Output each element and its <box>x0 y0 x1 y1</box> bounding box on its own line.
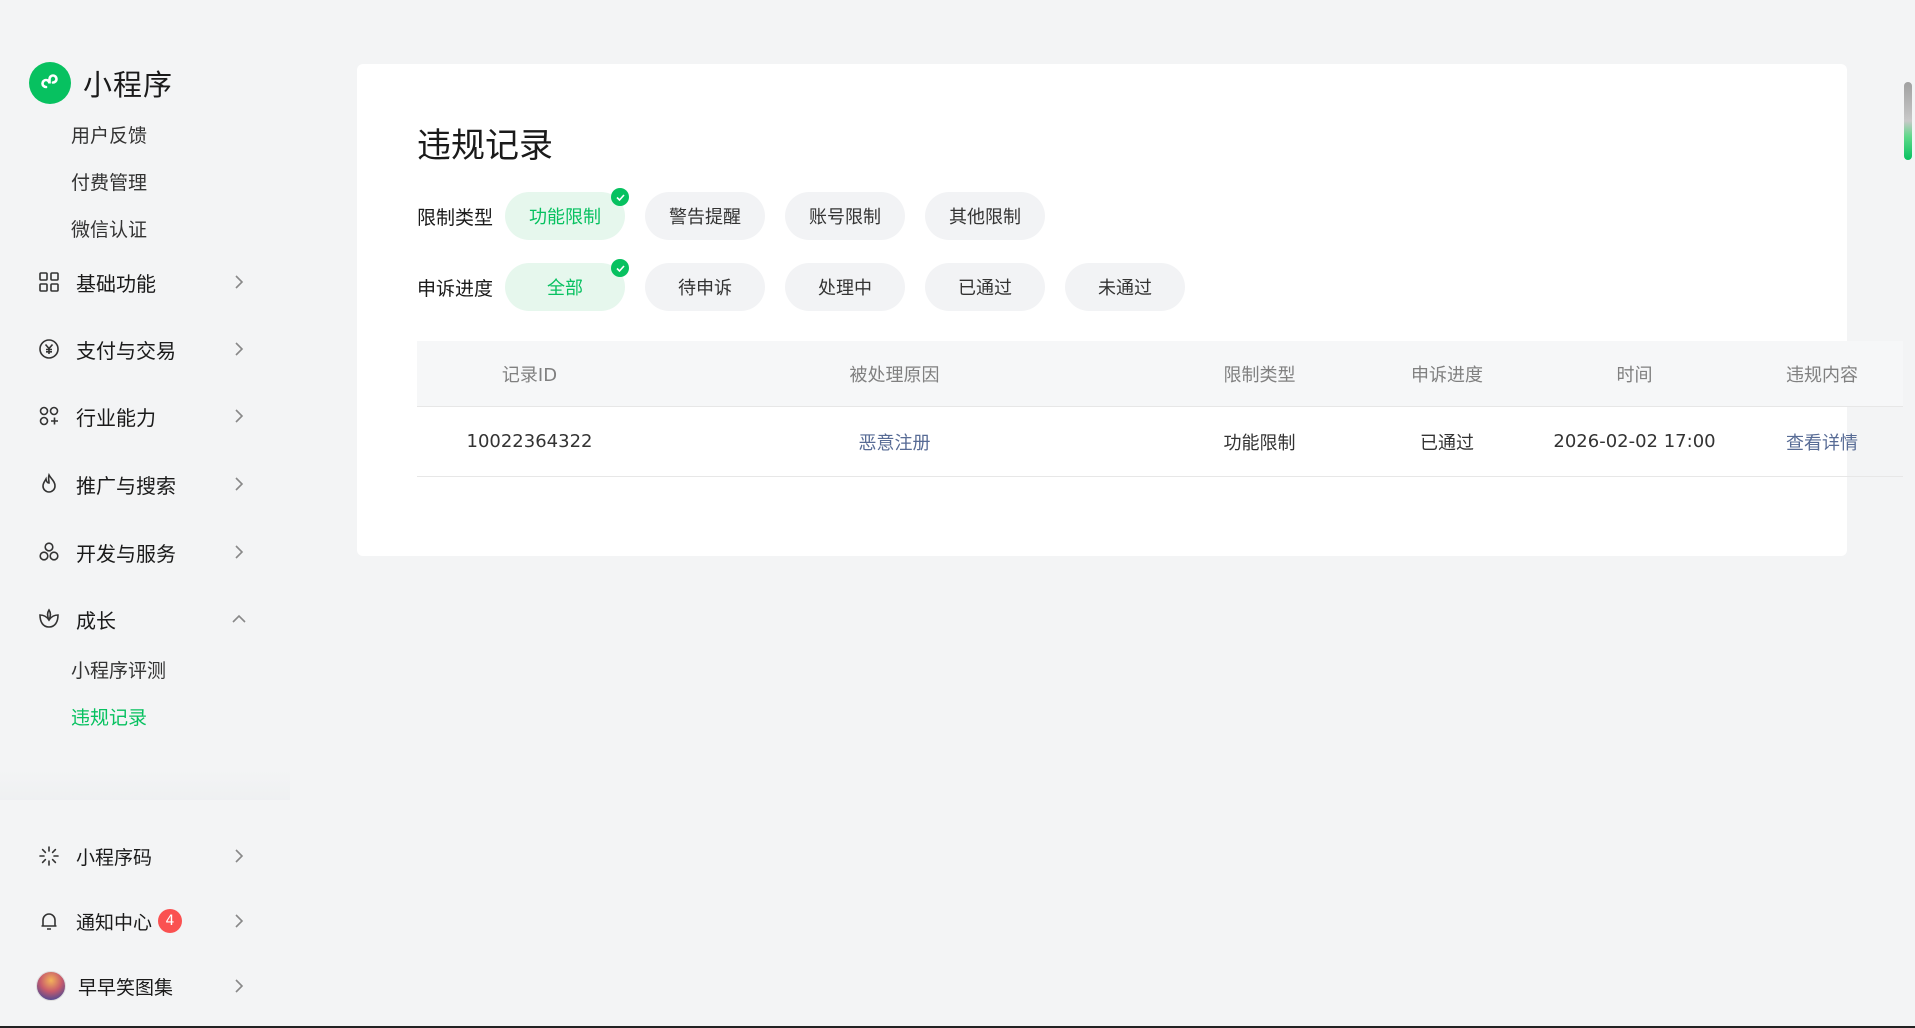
cell-time: 2026-02-02 17:00 <box>1553 431 1716 452</box>
chevron-right-icon <box>230 273 248 291</box>
sidebar-divider <box>0 770 290 800</box>
column-header-time: 时间 <box>1616 364 1653 386</box>
chip-approved[interactable]: 已通过 <box>925 263 1045 311</box>
dev-service-icon <box>36 539 62 565</box>
chip-all[interactable]: 全部 <box>505 259 629 311</box>
column-header-content: 违规内容 <box>1786 364 1858 386</box>
sidebar-subitem-miniprogram-review[interactable]: 小程序评测 <box>71 656 166 686</box>
miniprogram-logo-icon <box>29 62 71 104</box>
sidebar-item-industry[interactable]: 行业能力 <box>36 396 248 436</box>
sidebar-item-label: 开发与服务 <box>76 541 176 566</box>
sidebar-item-label: 行业能力 <box>76 405 156 430</box>
cell-appeal-progress: 已通过 <box>1420 432 1474 454</box>
sidebar-item-basic-functions[interactable]: 基础功能 <box>36 262 248 302</box>
column-header-appeal-progress: 申诉进度 <box>1411 364 1483 386</box>
brand[interactable]: 小程序 <box>29 62 173 104</box>
qrcode-sun-icon <box>36 843 62 869</box>
sidebar-subitem-violation-records[interactable]: 违规记录 <box>71 703 147 733</box>
yen-circle-icon <box>36 336 62 362</box>
sidebar-item-label: 推广与搜索 <box>76 473 176 498</box>
avatar <box>36 971 66 1001</box>
sidebar-item-label: 小程序码 <box>76 846 153 869</box>
sidebar-subitem-user-feedback[interactable]: 用户反馈 <box>71 121 147 151</box>
page: 小程序 用户反馈 付费管理 微信认证 基础功能 支付与交易 行业能力 推广与搜索… <box>0 0 1915 1028</box>
chip-warning-reminder[interactable]: 警告提醒 <box>645 192 765 240</box>
filter-label: 申诉进度 <box>417 277 494 300</box>
account-name: 早早笑图集 <box>78 976 174 999</box>
growth-icon <box>36 606 62 632</box>
chip-processing[interactable]: 处理中 <box>785 263 905 311</box>
sidebar-item-account[interactable]: 早早笑图集 <box>36 966 248 1006</box>
chevron-right-icon <box>230 977 248 995</box>
violation-table: 记录ID 被处理原因 限制类型 申诉进度 时间 违规内容 10022364322… <box>417 341 1903 477</box>
violation-records-card: 违规记录 限制类型 功能限制 警告提醒 账号限制 其他限制 申诉进度 全部 待申… <box>357 64 1903 556</box>
bell-icon <box>36 908 62 934</box>
filter-appeal-progress: 申诉进度 全部 待申诉 处理中 已通过 未通过 <box>417 259 1205 311</box>
sidebar-item-growth[interactable]: 成长 <box>36 599 248 639</box>
sidebar-subitem-payment-management[interactable]: 付费管理 <box>71 168 147 198</box>
table-header: 记录ID 被处理原因 限制类型 申诉进度 时间 违规内容 <box>417 341 1903 407</box>
chevron-up-icon <box>230 610 248 628</box>
cell-restriction-type: 功能限制 <box>1223 432 1296 454</box>
filter-label: 限制类型 <box>417 206 494 229</box>
chip-feature-restriction[interactable]: 功能限制 <box>505 188 629 240</box>
column-header-reason: 被处理原因 <box>849 364 940 386</box>
sidebar-item-label: 成长 <box>76 608 116 633</box>
check-icon <box>611 188 629 206</box>
sidebar-item-miniprogram-code[interactable]: 小程序码 <box>36 836 248 876</box>
grid-icon <box>36 269 62 295</box>
sidebar-item-label: 支付与交易 <box>76 338 176 363</box>
chevron-right-icon <box>230 847 248 865</box>
sidebar-item-payment-trade[interactable]: 支付与交易 <box>36 329 248 369</box>
sidebar-item-notification-center[interactable]: 通知中心 4 <box>36 901 248 941</box>
sidebar-item-label: 通知中心 <box>76 911 153 934</box>
sidebar-item-dev-service[interactable]: 开发与服务 <box>36 532 248 572</box>
chevron-right-icon <box>230 340 248 358</box>
scrollbar[interactable] <box>1904 82 1912 160</box>
page-title: 违规记录 <box>417 126 553 166</box>
column-header-record-id: 记录ID <box>501 364 558 386</box>
brand-name: 小程序 <box>83 68 174 102</box>
cell-reason-link[interactable]: 恶意注册 <box>642 429 1147 455</box>
chevron-right-icon <box>230 912 248 930</box>
sidebar: 小程序 用户反馈 付费管理 微信认证 基础功能 支付与交易 行业能力 推广与搜索… <box>0 0 290 1028</box>
view-details-link[interactable]: 查看详情 <box>1747 429 1897 455</box>
chip-account-restriction[interactable]: 账号限制 <box>785 192 905 240</box>
sidebar-item-promotion-search[interactable]: 推广与搜索 <box>36 464 248 504</box>
chevron-right-icon <box>230 407 248 425</box>
industry-icon <box>36 403 62 429</box>
filter-restriction-type: 限制类型 功能限制 警告提醒 账号限制 其他限制 <box>417 188 1065 240</box>
column-header-restriction-type: 限制类型 <box>1223 364 1296 386</box>
sidebar-subitem-wechat-certification[interactable]: 微信认证 <box>71 215 147 245</box>
chip-other-restriction[interactable]: 其他限制 <box>925 192 1045 240</box>
chevron-right-icon <box>230 543 248 561</box>
flame-icon <box>36 471 62 497</box>
table-row: 10022364322 恶意注册 功能限制 已通过 2026-02-02 17:… <box>417 407 1903 477</box>
chip-pending-appeal[interactable]: 待申诉 <box>645 263 765 311</box>
check-icon <box>611 259 629 277</box>
chip-rejected[interactable]: 未通过 <box>1065 263 1185 311</box>
cell-record-id: 10022364322 <box>466 431 593 452</box>
notification-badge: 4 <box>158 909 183 933</box>
chevron-right-icon <box>230 475 248 493</box>
sidebar-item-label: 基础功能 <box>76 271 156 296</box>
